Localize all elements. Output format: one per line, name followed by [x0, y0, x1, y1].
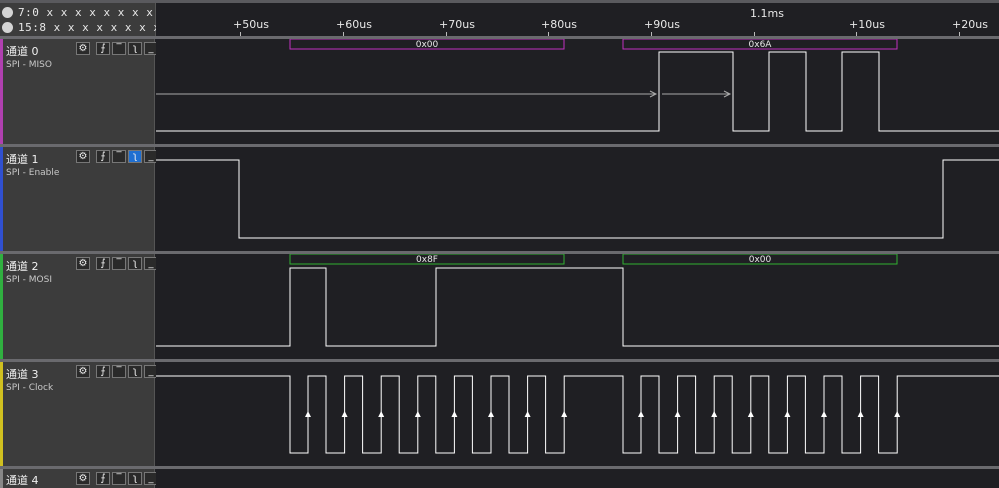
high-level-icon[interactable]: ‾ [112, 150, 126, 163]
trigger-row-text: 7:0 x x x x x x x x [18, 6, 154, 19]
clock-waveform-svg [156, 375, 999, 454]
channel-protocol: SPI - MOSI [6, 275, 52, 285]
mosi-signal [156, 267, 999, 347]
trigger-row-high[interactable]: 7:0 x x x x x x x x [2, 5, 153, 20]
trigger-summary-panel: 7:0 x x x x x x x x 15:8 x x x x x x x x [0, 3, 160, 36]
clock-signal [156, 375, 999, 454]
gear-icon[interactable]: ⚙ [76, 257, 90, 270]
decoded-value: 0x00 [416, 40, 439, 50]
mosi-waveform-svg: 0x8F 0x00 [156, 253, 999, 347]
falling-edge-icon[interactable]: ʅ [128, 472, 142, 485]
rising-edge-marker-icon [857, 411, 864, 417]
rising-edge-marker-icon [305, 411, 311, 417]
rising-edge-marker-icon [894, 411, 901, 417]
ruler-tick-label: +50us [233, 18, 269, 31]
trigger-row-text: 15:8 x x x x x x x x [18, 21, 161, 34]
high-level-icon[interactable]: ‾ [112, 472, 126, 485]
channel-trigger-buttons: ⚙ ⨍ ‾ ʅ _ [76, 365, 158, 378]
channel-name: 通道 0 [6, 45, 39, 58]
decoded-value: 0x00 [749, 255, 772, 265]
channel-protocol: SPI - Enable [6, 168, 60, 178]
high-level-icon[interactable]: ‾ [112, 257, 126, 270]
ruler-tick-label: +80us [541, 18, 577, 31]
channel-trigger-buttons: ⚙ ⨍ ‾ ʅ _ [76, 42, 158, 55]
decoded-value: 0x8F [416, 255, 438, 265]
rising-edge-marker-icon [638, 411, 644, 417]
channel-3-waveform[interactable] [156, 362, 999, 466]
rising-edge-icon[interactable]: ⨍ [96, 257, 110, 270]
ruler-major-label: 1.1ms [750, 7, 784, 20]
channel-4-waveform[interactable] [156, 469, 999, 488]
channel-name: 通道 1 [6, 153, 39, 166]
ruler-tick-label: +70us [439, 18, 475, 31]
time-ruler[interactable]: 1.1ms +50us +60us +70us +80us +90us +10u… [156, 3, 999, 37]
high-level-icon[interactable]: ‾ [112, 365, 126, 378]
rising-edge-marker-icon [524, 411, 531, 417]
channel-2-waveform[interactable]: 0x8F 0x00 [156, 253, 999, 359]
trigger-radio-icon[interactable] [2, 7, 13, 18]
falling-edge-icon[interactable]: ʅ [128, 150, 142, 163]
gear-icon[interactable]: ⚙ [76, 472, 90, 485]
trigger-radio-icon[interactable] [2, 22, 13, 33]
channel-color-bar [0, 39, 3, 144]
enable-signal [156, 159, 999, 239]
ruler-tick-label: +90us [644, 18, 680, 31]
falling-edge-icon[interactable]: ʅ [128, 42, 142, 55]
channel-3-panel[interactable]: 通道 3 SPI - Clock ⚙ ⨍ ‾ ʅ _ [0, 362, 158, 466]
falling-edge-icon[interactable]: ʅ [128, 365, 142, 378]
rising-edge-marker-icon [747, 411, 754, 417]
channel-name: 通道 4 [6, 474, 39, 487]
rising-edge-icon[interactable]: ⨍ [96, 42, 110, 55]
channel-name: 通道 2 [6, 260, 39, 273]
rising-edge-marker-icon [341, 411, 348, 417]
channel-1-waveform[interactable] [156, 147, 999, 251]
rising-edge-marker-icon [451, 411, 458, 417]
miso-waveform-svg: 0x00 0x6A [156, 38, 999, 132]
rising-edge-marker-icon [821, 411, 827, 417]
rising-edge-marker-icon [561, 411, 568, 417]
channel-color-bar [0, 469, 3, 488]
channel-0-waveform[interactable]: 0x00 0x6A [156, 38, 999, 144]
gear-icon[interactable]: ⚙ [76, 42, 90, 55]
enable-waveform-svg [156, 159, 999, 239]
rising-edge-icon[interactable]: ⨍ [96, 150, 110, 163]
rising-edge-marker-icon [488, 411, 494, 417]
ruler-tick-label: +60us [336, 18, 372, 31]
falling-edge-icon[interactable]: ʅ [128, 257, 142, 270]
ruler-tick-label: +20us [952, 18, 988, 31]
channel-color-bar [0, 254, 3, 359]
rising-edge-icon[interactable]: ⨍ [96, 472, 110, 485]
channel-color-bar [0, 147, 3, 251]
rising-edge-icon[interactable]: ⨍ [96, 365, 110, 378]
decoded-value: 0x6A [749, 40, 773, 50]
rising-edge-marker-icon [378, 411, 385, 417]
channel-0-panel[interactable]: 通道 0 SPI - MISO ⚙ ⨍ ‾ ʅ _ [0, 39, 158, 144]
channel-1-panel[interactable]: 通道 1 SPI - Enable ⚙ ⨍ ‾ ʅ _ [0, 147, 158, 251]
rising-edge-marker-icon [711, 411, 718, 417]
rising-edge-marker-icon [674, 411, 681, 417]
channel-trigger-buttons: ⚙ ⨍ ‾ ʅ _ [76, 150, 158, 163]
channel-protocol: SPI - MISO [6, 60, 52, 70]
high-level-icon[interactable]: ‾ [112, 42, 126, 55]
miso-signal [156, 51, 999, 132]
channel-color-bar [0, 362, 3, 466]
channel-4-panel[interactable]: 通道 4 ⚙ ⨍ ‾ ʅ _ [0, 469, 158, 488]
gear-icon[interactable]: ⚙ [76, 365, 90, 378]
channel-trigger-buttons: ⚙ ⨍ ‾ ʅ _ [76, 257, 158, 270]
gear-icon[interactable]: ⚙ [76, 150, 90, 163]
channel-2-panel[interactable]: 通道 2 SPI - MOSI ⚙ ⨍ ‾ ʅ _ [0, 254, 158, 359]
rising-edge-marker-icon [414, 411, 421, 417]
channel-name: 通道 3 [6, 368, 39, 381]
ruler-tick-label: +10us [849, 18, 885, 31]
trigger-row-low[interactable]: 15:8 x x x x x x x x [2, 20, 160, 35]
channel-trigger-buttons: ⚙ ⨍ ‾ ʅ _ [76, 472, 158, 485]
channel-protocol: SPI - Clock [6, 383, 54, 393]
rising-edge-marker-icon [784, 411, 791, 417]
